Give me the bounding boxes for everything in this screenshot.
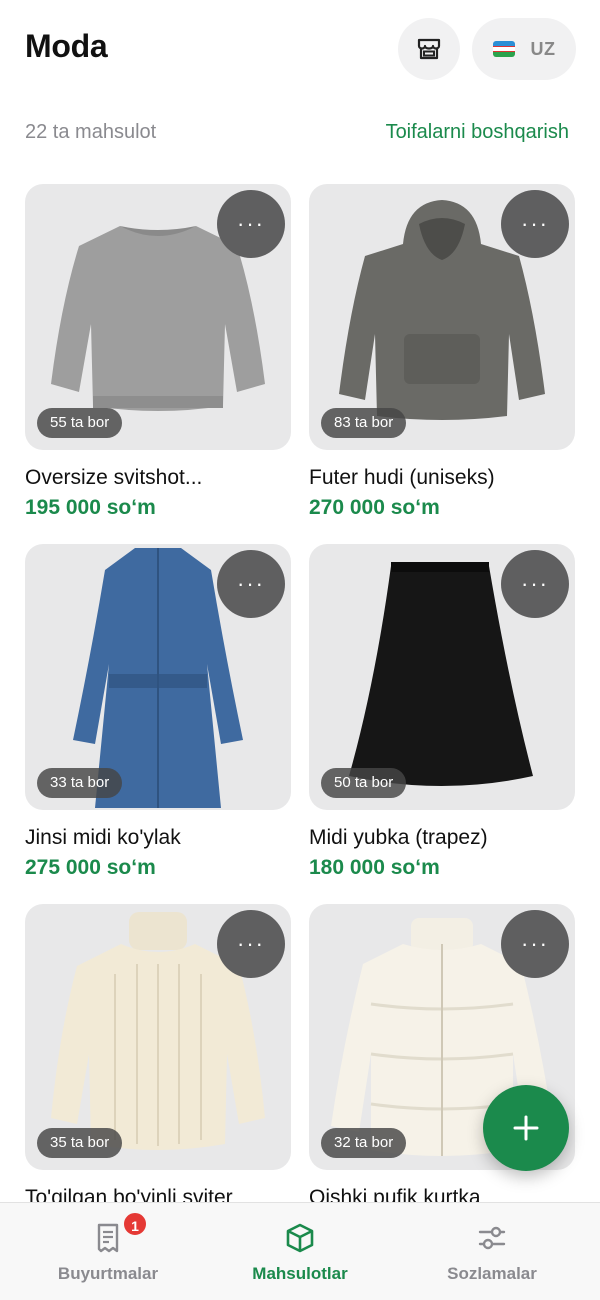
product-price: 275 000 so‘m (25, 856, 156, 879)
more-icon: ··· (237, 931, 265, 956)
stock-badge: 50 ta bor (321, 768, 407, 798)
more-icon: ··· (521, 571, 549, 596)
product-card[interactable]: ··· 50 ta bor Midi yubka (trapez) 180 00… (309, 544, 575, 880)
sliders-icon (478, 1226, 506, 1250)
product-card[interactable]: ··· 35 ta bor To'qilgan bo'yinli sviter (25, 904, 291, 1216)
product-image: ··· 55 ta bor (25, 184, 291, 450)
stock-badge: 83 ta bor (321, 408, 407, 438)
store-icon (417, 38, 441, 60)
product-price: 180 000 so‘m (309, 856, 440, 879)
notification-badge: 1 (122, 1211, 148, 1237)
stock-badge: 55 ta bor (37, 408, 123, 438)
page-title: Moda (25, 28, 108, 64)
uzbekistan-flag-icon (492, 41, 515, 57)
nav-label: Buyurtmalar (57, 1264, 159, 1283)
more-options-button[interactable]: ··· (217, 910, 285, 978)
stock-badge: 32 ta bor (321, 1128, 407, 1158)
box-icon (286, 1223, 314, 1253)
more-icon: ··· (521, 931, 549, 956)
more-icon: ··· (237, 571, 265, 596)
product-name: Midi yubka (trapez) (309, 826, 488, 849)
stock-badge: 35 ta bor (37, 1128, 123, 1158)
nav-item-settings[interactable]: Sozlamalar (392, 1203, 592, 1300)
product-name: Oversize svitshot... (25, 466, 203, 489)
product-price: 195 000 so‘m (25, 496, 156, 519)
more-options-button[interactable]: ··· (501, 550, 569, 618)
nav-label: Sozlamalar (447, 1264, 537, 1283)
more-options-button[interactable]: ··· (501, 910, 569, 978)
product-image: ··· 35 ta bor (25, 904, 291, 1170)
more-options-button[interactable]: ··· (217, 550, 285, 618)
more-options-button[interactable]: ··· (217, 190, 285, 258)
add-product-button[interactable] (483, 1085, 569, 1171)
plus-icon (513, 1115, 539, 1141)
product-count: 22 ta mahsulot (25, 121, 157, 143)
language-switcher[interactable]: UZ (472, 18, 576, 80)
header: Moda UZ (0, 0, 600, 100)
nav-label: Mahsulotlar (252, 1264, 348, 1283)
product-card[interactable]: ··· 83 ta bor Futer hudi (uniseks) 270 0… (309, 184, 575, 520)
product-image: ··· 83 ta bor (309, 184, 575, 450)
product-name: Jinsi midi ko'ylak (25, 826, 181, 849)
receipt-icon (97, 1223, 119, 1253)
more-icon: ··· (237, 211, 265, 236)
bottom-navigation: 1 Buyurtmalar Mahsulotlar Sozlamalar (0, 1202, 600, 1300)
stock-badge: 33 ta bor (37, 768, 123, 798)
more-options-button[interactable]: ··· (501, 190, 569, 258)
app-screen: Moda UZ 22 ta mahsulot Toifalarni boshqa… (0, 0, 600, 1300)
store-button[interactable] (398, 18, 460, 80)
more-icon: ··· (521, 211, 549, 236)
product-card[interactable]: ··· 33 ta bor Jinsi midi ko'ylak 275 000… (25, 544, 291, 880)
manage-categories-link[interactable]: Toifalarni boshqarish (386, 121, 569, 144)
language-code: UZ (530, 38, 556, 59)
product-name: Futer hudi (uniseks) (309, 466, 495, 489)
product-card[interactable]: ··· 55 ta bor Oversize svitshot... 195 0… (25, 184, 291, 520)
nav-item-products[interactable]: Mahsulotlar (200, 1203, 400, 1300)
product-image: ··· 33 ta bor (25, 544, 291, 810)
product-image: ··· 50 ta bor (309, 544, 575, 810)
product-price: 270 000 so‘m (309, 496, 440, 519)
nav-item-orders[interactable]: 1 Buyurtmalar (8, 1203, 208, 1300)
